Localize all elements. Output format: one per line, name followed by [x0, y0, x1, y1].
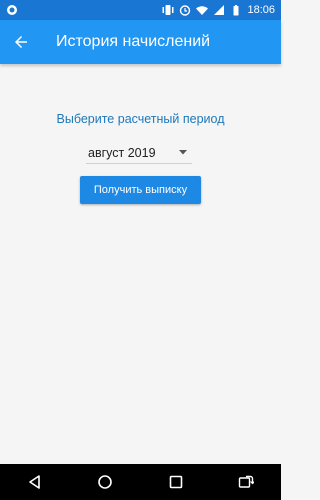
status-time: 18:06 — [247, 4, 275, 16]
status-bar: 18:06 — [0, 0, 281, 20]
chevron-down-icon — [178, 146, 188, 160]
wifi-icon — [196, 4, 209, 16]
home-circle-icon — [98, 475, 113, 489]
period-select-value: август 2019 — [88, 145, 156, 160]
page-title: История начислений — [56, 33, 211, 50]
nav-home-button[interactable] — [90, 467, 120, 497]
recents-square-icon — [169, 475, 182, 489]
nav-back-button[interactable] — [20, 467, 50, 497]
period-select[interactable]: август 2019 — [86, 142, 192, 164]
back-button[interactable] — [0, 20, 42, 64]
get-statement-button[interactable]: Получить выписку — [80, 176, 201, 204]
signal-icon — [213, 4, 225, 16]
alarm-icon — [179, 4, 191, 16]
back-triangle-icon — [29, 475, 40, 489]
app-notification-icon — [6, 4, 18, 16]
app-bar: История начислений — [0, 20, 281, 64]
screen-rotate-icon — [238, 475, 254, 488]
vibrate-icon — [162, 4, 174, 16]
period-label: Выберите расчетный период — [56, 112, 225, 126]
nav-rotate-button[interactable] — [231, 467, 261, 497]
battery-icon — [230, 4, 242, 16]
main-content: Выберите расчетный период август 2019 По… — [0, 64, 281, 464]
arrow-back-icon — [15, 36, 27, 48]
nav-recents-button[interactable] — [161, 467, 191, 497]
nav-bar — [0, 464, 281, 500]
